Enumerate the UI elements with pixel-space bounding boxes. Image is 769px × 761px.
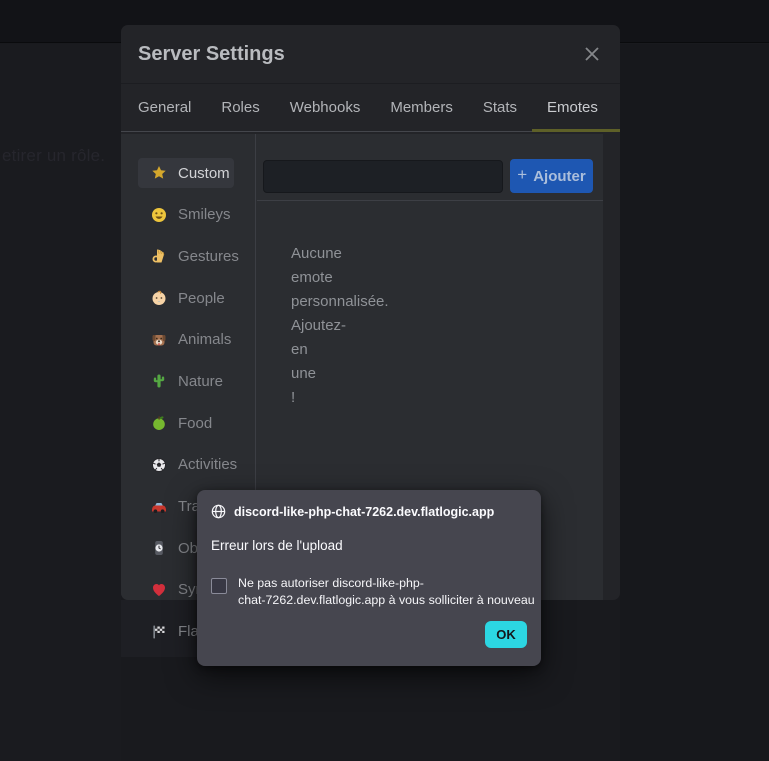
category-item-animals[interactable]: Animals — [138, 325, 234, 355]
tab-stats[interactable]: Stats — [468, 84, 532, 131]
settings-tab-bar: General Roles Webhooks Members Stats Emo… — [121, 84, 620, 132]
category-item-activities[interactable]: Activities — [138, 450, 234, 480]
modal-header: Server Settings — [121, 25, 620, 84]
tab-general[interactable]: General — [123, 84, 206, 131]
category-label: Animals — [178, 331, 231, 348]
globe-icon — [211, 504, 226, 519]
car-icon — [151, 499, 167, 515]
tab-roles[interactable]: Roles — [206, 84, 274, 131]
dog-icon — [151, 332, 167, 348]
soccer-ball-icon — [151, 457, 167, 473]
checkered-flag-icon — [151, 624, 167, 640]
dialog-origin-row: discord-like-php-chat-7262.dev.flatlogic… — [211, 504, 494, 519]
category-label: Smileys — [178, 206, 231, 223]
page-right-panel — [620, 44, 769, 761]
page-title: Server Settings — [138, 43, 580, 66]
tab-members[interactable]: Members — [375, 84, 468, 131]
category-item-gestures[interactable]: Gestures — [138, 241, 234, 271]
category-item-nature[interactable]: Nature — [138, 366, 234, 396]
dont-ask-again-label[interactable]: Ne pas autoriser discord-like-php- chat-… — [238, 575, 535, 608]
category-item-custom[interactable]: Custom — [138, 158, 234, 188]
category-label: Gestures — [178, 248, 239, 265]
dialog-checkbox-row: Ne pas autoriser discord-like-php- chat-… — [211, 575, 535, 608]
category-label: Custom — [178, 165, 230, 182]
category-item-people[interactable]: People — [138, 283, 234, 313]
watch-icon — [151, 540, 167, 556]
category-label: People — [178, 290, 225, 307]
ok-button[interactable]: OK — [485, 621, 527, 648]
emote-upload-row: + Ajouter — [257, 134, 603, 200]
content-separator — [257, 200, 603, 201]
smiley-icon — [151, 207, 167, 223]
category-label: Activities — [178, 456, 237, 473]
category-label: Food — [178, 415, 212, 432]
ok-hand-icon — [151, 248, 167, 264]
category-label: Nature — [178, 373, 223, 390]
browser-alert-dialog: discord-like-php-chat-7262.dev.flatlogic… — [197, 490, 541, 666]
tab-emotes[interactable]: Emotes — [532, 84, 620, 131]
category-item-smileys[interactable]: Smileys — [138, 200, 234, 230]
dont-ask-again-checkbox[interactable] — [211, 578, 227, 594]
dialog-message: Erreur lors de l'upload — [211, 538, 343, 553]
heart-icon — [151, 582, 167, 598]
add-emote-button-label: Ajouter — [533, 168, 586, 185]
tab-webhooks[interactable]: Webhooks — [275, 84, 376, 131]
green-apple-icon — [151, 415, 167, 431]
category-item-food[interactable]: Food — [138, 408, 234, 438]
emote-name-input[interactable] — [263, 160, 503, 193]
cactus-icon — [151, 373, 167, 389]
close-icon[interactable] — [580, 42, 604, 66]
empty-state-text: Aucune emote personnalisée. Ajoutez- en … — [291, 242, 426, 410]
dialog-origin-text: discord-like-php-chat-7262.dev.flatlogic… — [234, 505, 494, 519]
plus-icon: + — [517, 165, 527, 185]
star-icon — [151, 165, 167, 181]
background-dimmed-text: etirer un rôle. — [2, 146, 105, 166]
add-emote-button[interactable]: + Ajouter — [510, 159, 593, 193]
baby-face-icon — [151, 290, 167, 306]
